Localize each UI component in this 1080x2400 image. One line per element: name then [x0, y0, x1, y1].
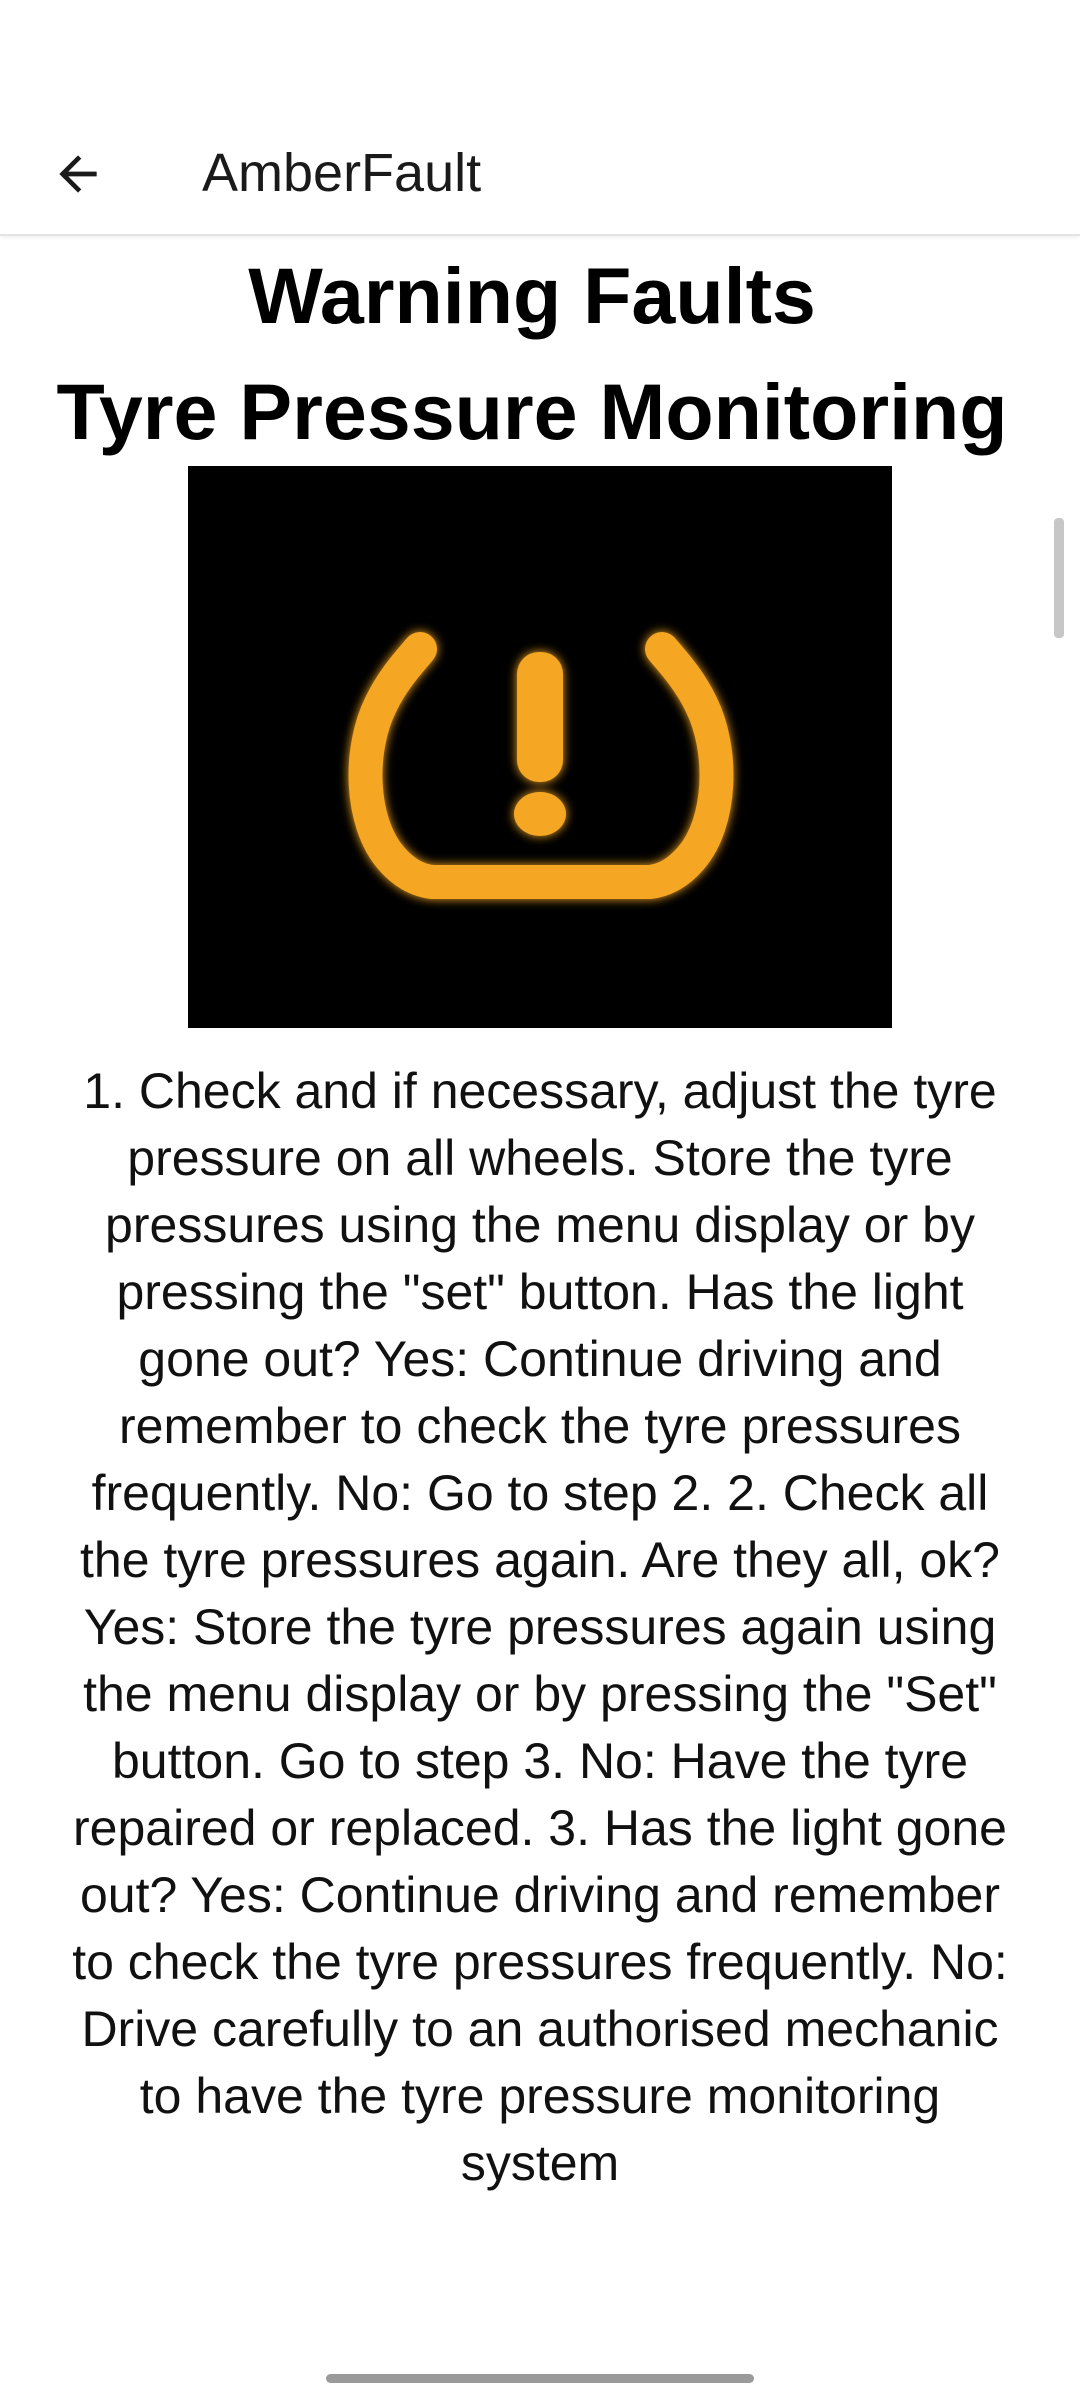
gesture-handle[interactable] [326, 2374, 754, 2383]
page-heading: Warning Faults Tyre Pressure Monitoring [0, 238, 1064, 470]
instructions-text: 1. Check and if necessary, adjust the ty… [72, 1063, 1008, 2191]
app-title: AmberFault [202, 143, 482, 203]
tyre-pressure-warning-icon [348, 632, 734, 899]
arrow-left-icon [59, 155, 97, 193]
back-button[interactable] [36, 132, 120, 216]
scrollbar-thumb[interactable] [1054, 518, 1064, 638]
heading-line-2: Tyre Pressure Monitoring [56, 367, 1008, 456]
status-bar [0, 0, 1080, 110]
app-bar: AmberFault [0, 110, 1080, 236]
content-scroll[interactable]: Warning Faults Tyre Pressure Monitoring [0, 238, 1064, 2358]
warning-light-image [188, 466, 892, 1028]
heading-line-1: Warning Faults [248, 251, 816, 340]
